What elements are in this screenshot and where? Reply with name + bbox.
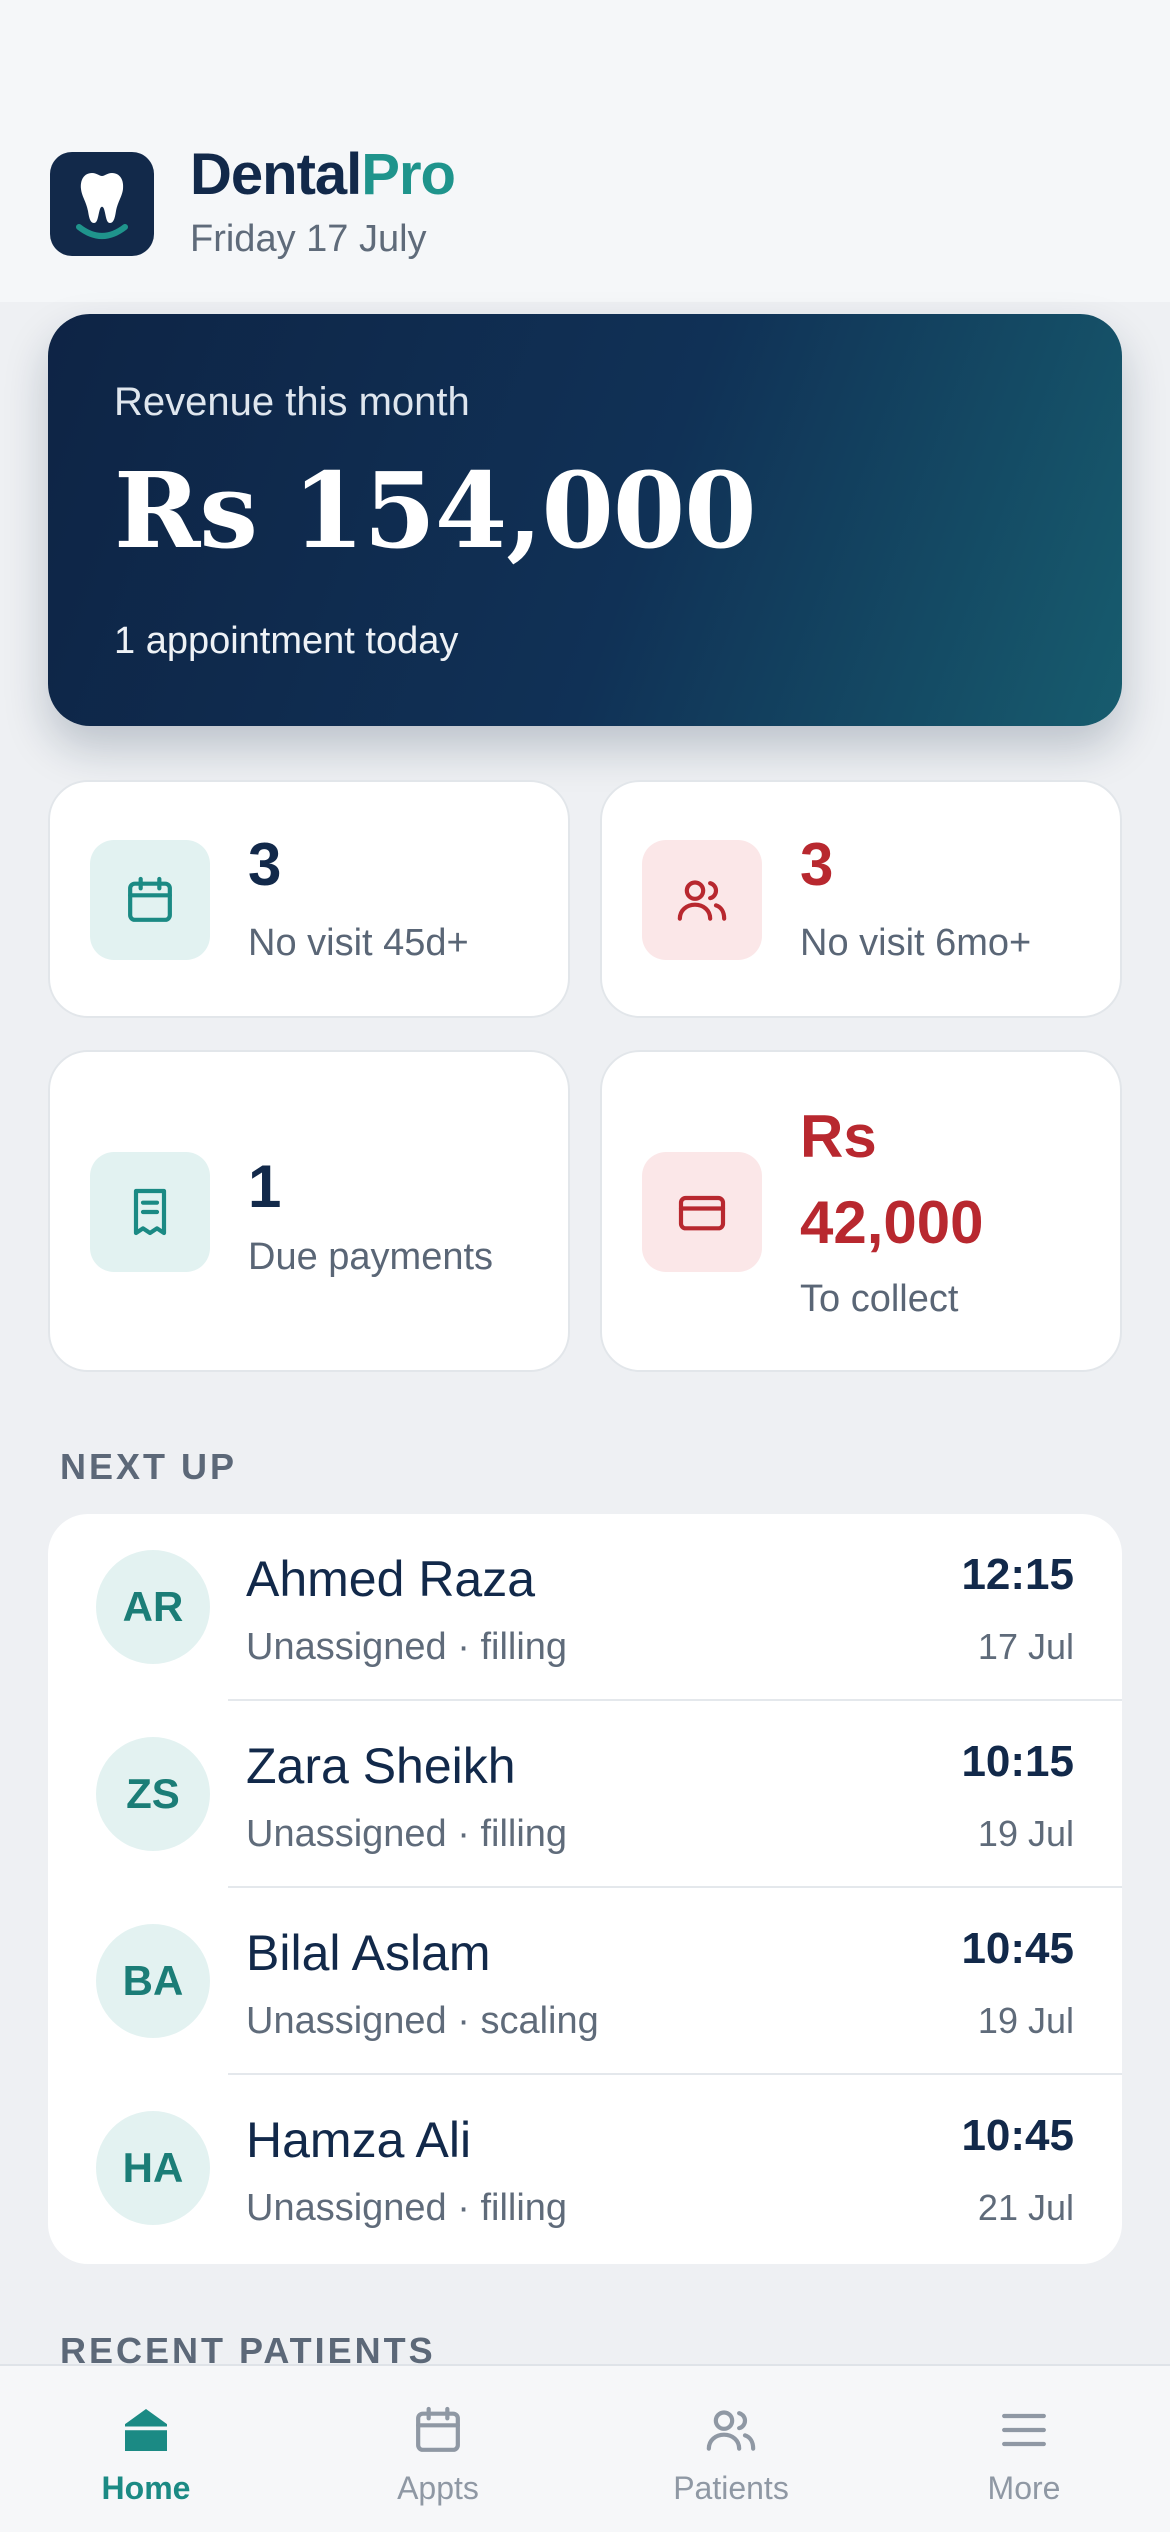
current-date: Friday 17 July <box>190 218 427 260</box>
appointment-meta: Unassigned · scaling <box>246 2000 599 2042</box>
app-brand: DentalPro <box>190 146 456 204</box>
users-icon <box>642 840 762 960</box>
home-icon <box>116 2400 176 2460</box>
stat-label: No visit 6mo+ <box>800 922 1032 964</box>
revenue-value: Rs 154,000 <box>114 449 757 572</box>
revenue-label: Revenue this month <box>114 380 470 424</box>
avatar: AR <box>96 1550 210 1664</box>
stat-value: 3 <box>248 831 282 898</box>
list-item[interactable]: ZS Zara Sheikh Unassigned · filling 10:1… <box>48 1701 1122 1888</box>
stat-card-to-collect[interactable]: Rs 42,000 To collect <box>600 1050 1122 1372</box>
appointment-date: 19 Jul <box>977 1813 1074 1854</box>
stat-value: 1 <box>248 1153 282 1220</box>
avatar: ZS <box>96 1737 210 1851</box>
appointment-date: 17 Jul <box>977 1626 1074 1667</box>
tab-more[interactable]: More <box>878 2366 1170 2532</box>
appointment-meta: Unassigned · filling <box>246 2187 568 2229</box>
stat-value-currency: Rs <box>800 1103 877 1170</box>
tab-home[interactable]: Home <box>0 2366 292 2532</box>
appointment-date: 19 Jul <box>977 2000 1074 2041</box>
appointment-time: 10:15 <box>961 1737 1074 1786</box>
patient-name: Bilal Aslam <box>246 1925 491 1981</box>
list-item[interactable]: AR Ahmed Raza Unassigned · filling 12:15… <box>48 1514 1122 1701</box>
calendar-icon <box>408 2400 468 2460</box>
list-item[interactable]: BA Bilal Aslam Unassigned · scaling 10:4… <box>48 1888 1122 2075</box>
stat-card-due-payments[interactable]: 1 Due payments <box>48 1050 570 1372</box>
app-header: DentalPro Friday 17 July <box>0 0 1170 302</box>
tooth-icon <box>50 152 154 256</box>
bottom-tab-bar: Home Appts Patients More <box>0 2364 1170 2532</box>
next-up-list: AR Ahmed Raza Unassigned · filling 12:15… <box>48 1514 1122 2264</box>
appointment-date: 21 Jul <box>977 2187 1074 2228</box>
stat-label: No visit 45d+ <box>248 922 469 964</box>
revenue-card[interactable]: Revenue this month Rs 154,000 1 appointm… <box>48 314 1122 726</box>
users-icon <box>701 2400 761 2460</box>
avatar: HA <box>96 2111 210 2225</box>
tab-appts[interactable]: Appts <box>292 2366 584 2532</box>
menu-icon <box>994 2400 1054 2460</box>
avatar: BA <box>96 1924 210 2038</box>
list-item[interactable]: HA Hamza Ali Unassigned · filling 10:45 … <box>48 2075 1122 2262</box>
appointment-time: 10:45 <box>961 2111 1074 2160</box>
credit-card-icon <box>642 1152 762 1272</box>
patient-name: Ahmed Raza <box>246 1551 536 1607</box>
appointment-meta: Unassigned · filling <box>246 1626 568 1668</box>
tab-label: Appts <box>397 2470 479 2506</box>
appointment-time: 10:45 <box>961 1924 1074 1973</box>
stat-label: To collect <box>800 1278 959 1320</box>
patient-name: Hamza Ali <box>246 2112 472 2168</box>
calendar-icon <box>90 840 210 960</box>
receipt-icon <box>90 1152 210 1272</box>
stat-card-no-visit-45d[interactable]: 3 No visit 45d+ <box>48 780 570 1018</box>
stat-value: 3 <box>800 831 834 898</box>
tab-label: Patients <box>673 2470 789 2506</box>
stat-label: Due payments <box>248 1236 494 1278</box>
patient-name: Zara Sheikh <box>246 1738 516 1794</box>
section-title-next-up: NEXT UP <box>60 1446 238 1487</box>
brand-name-primary: Dental <box>190 142 362 207</box>
brand-name-accent: Pro <box>361 142 456 207</box>
tab-patients[interactable]: Patients <box>585 2366 877 2532</box>
appointment-meta: Unassigned · filling <box>246 1813 568 1855</box>
tab-label: Home <box>101 2470 191 2506</box>
appointments-today: 1 appointment today <box>114 620 459 662</box>
appointment-time: 12:15 <box>961 1550 1074 1599</box>
stat-value-amount: 42,000 <box>800 1189 984 1256</box>
tab-label: More <box>987 2470 1061 2506</box>
stat-card-no-visit-6mo[interactable]: 3 No visit 6mo+ <box>600 780 1122 1018</box>
